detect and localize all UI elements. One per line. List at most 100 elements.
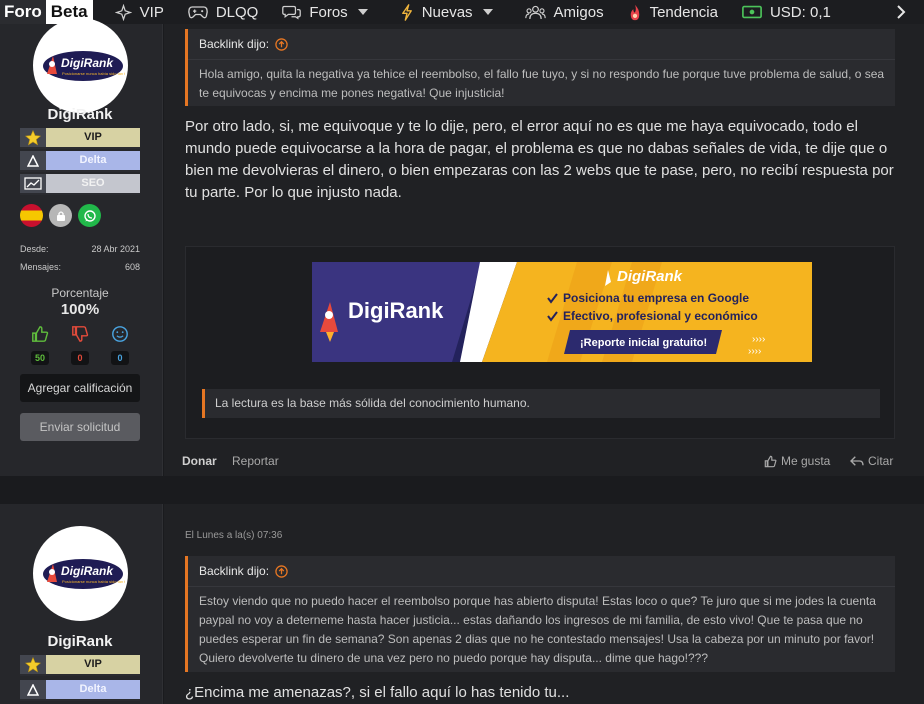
signature: DigiRank DigiRank Posiciona tu empresa e…	[185, 246, 895, 439]
fire-icon	[630, 4, 639, 20]
vote-neutral-count: 0	[111, 351, 129, 365]
nav-vip-label: VIP	[139, 3, 164, 21]
chevron-right-icon	[897, 5, 906, 19]
nav-foros-label: Foros	[309, 3, 348, 21]
username[interactable]: DigiRank	[0, 633, 160, 650]
banner-brand: DigiRank	[348, 298, 444, 323]
stat-joined: Desde: 28 Abr 2021	[20, 244, 140, 254]
banner-line-1: Posiciona tu empresa en Google	[563, 291, 749, 305]
reply-arrow-icon	[850, 456, 864, 466]
report-link[interactable]: Reportar	[232, 454, 279, 468]
send-request-button[interactable]: Enviar solicitud	[20, 413, 140, 441]
chat-icon	[282, 5, 302, 20]
nav-amigos[interactable]: Amigos	[524, 3, 604, 21]
vote-positive-count: 50	[31, 351, 49, 365]
whatsapp-icon[interactable]	[78, 204, 101, 227]
quote-label: Citar	[868, 454, 894, 468]
rank-vip: VIP	[20, 655, 140, 676]
post-body: Por otro lado, si, me equivoque y te lo …	[185, 118, 894, 201]
nav-foros[interactable]: Foros	[282, 4, 375, 21]
rank-delta-label: Delta	[46, 680, 140, 699]
chevron-down-icon	[357, 9, 368, 15]
post-1: DigiRank Posicionarse nunca había sido t…	[0, 18, 924, 476]
post-2: DigiRank Posicionarse nunca había sido t…	[0, 504, 924, 704]
nav-dlqq-label: DLQQ	[215, 3, 259, 21]
post-timestamp[interactable]: El Lunes a la(s) 07:36	[185, 530, 282, 541]
thumbs-up-icon	[32, 326, 49, 342]
banner-line-2: Efectivo, profesional y económico	[563, 309, 758, 323]
post-actions: Donar Reportar Me gusta Citar	[182, 454, 898, 472]
bolt-icon	[401, 3, 412, 21]
quote-author-label: Backlink dijo:	[199, 37, 270, 51]
quote-author[interactable]: Backlink dijo:	[188, 556, 895, 578]
digirank-banner[interactable]: DigiRank DigiRank Posiciona tu empresa e…	[312, 262, 812, 362]
nav-nuevas-label: Nuevas	[421, 3, 473, 21]
nav-nuevas[interactable]: Nuevas	[400, 4, 501, 21]
like-label: Me gusta	[781, 454, 831, 468]
donate-link[interactable]: Donar	[182, 454, 217, 468]
star-icon	[20, 128, 46, 147]
post-1-user-sidebar: DigiRank Posicionarse nunca había sido t…	[0, 18, 163, 476]
nav-vip[interactable]: VIP	[114, 3, 164, 21]
star-icon	[20, 655, 46, 674]
top-navigation: Foro Beta VIP DLQQ Foros Nuevas Amigos T…	[0, 0, 924, 24]
stat-joined-label: Desde:	[20, 244, 49, 254]
chevron-down-icon	[482, 9, 493, 15]
post-body: ¿Encima me amenazas?, si el fallo aquí l…	[185, 684, 570, 701]
rank-vip: VIP	[20, 128, 140, 149]
avatar[interactable]: DigiRank Posicionarse nunca había sido t…	[33, 18, 128, 113]
rank-seo: SEO	[20, 174, 140, 195]
spain-flag-icon[interactable]	[20, 204, 43, 227]
nav-scroll-right[interactable]	[896, 0, 906, 24]
quote-text: Estoy viendo que no puedo hacer el reemb…	[199, 594, 876, 665]
nav-amigos-label: Amigos	[553, 3, 604, 21]
svg-text:DigiRank: DigiRank	[61, 56, 114, 70]
vote-negative-count: 0	[71, 351, 89, 365]
chart-icon	[20, 174, 46, 193]
gamepad-icon	[187, 6, 208, 19]
stat-messages-value: 608	[124, 262, 140, 272]
vote-negative[interactable]: 0	[68, 325, 92, 366]
stat-messages-label: Mensajes:	[20, 262, 62, 272]
nav-usd-label: USD: 0,1	[769, 3, 831, 21]
stat-messages: Mensajes: 608	[20, 262, 140, 272]
username[interactable]: DigiRank	[0, 106, 160, 123]
rank-vip-label: VIP	[46, 655, 140, 674]
digirank-logo-icon: DigiRank Posicionarse nunca había sido t…	[42, 558, 125, 589]
post-2-content: El Lunes a la(s) 07:36 Backlink dijo: Es…	[164, 504, 924, 704]
add-rating-button[interactable]: Agregar calificación	[20, 374, 140, 402]
nav-usd[interactable]: USD: 0,1	[742, 4, 831, 21]
lock-badge-icon[interactable]	[49, 204, 72, 227]
thumbs-up-outline-icon	[764, 455, 777, 467]
banner-arrows-bottom: ››››	[748, 346, 761, 357]
quote-button[interactable]: Citar	[850, 454, 893, 468]
vote-positive[interactable]: 50	[28, 325, 52, 366]
like-button[interactable]: Me gusta	[764, 454, 830, 468]
quote-author[interactable]: Backlink dijo:	[188, 29, 895, 51]
vote-neutral[interactable]: 0	[108, 325, 132, 366]
nav-tendencia[interactable]: Tendencia	[628, 4, 718, 21]
quote-block: Backlink dijo: Hola amigo, quita la nega…	[185, 29, 895, 106]
nav-tendencia-label: Tendencia	[649, 3, 718, 21]
banner-cta: ¡Reporte inicial gratuito!	[580, 337, 707, 349]
quote-author-label: Backlink dijo:	[199, 564, 270, 578]
digirank-logo-icon: DigiRank Posicionarse nunca había sido t…	[42, 50, 125, 81]
post-1-content: Backlink dijo: Hola amigo, quita la nega…	[164, 24, 924, 476]
rank-seo-label: SEO	[46, 174, 140, 193]
sparkle-icon	[114, 3, 132, 21]
rank-vip-label: VIP	[46, 128, 140, 147]
nav-dlqq[interactable]: DLQQ	[187, 3, 259, 21]
percent-value: 100%	[60, 301, 100, 318]
delta-icon	[20, 680, 46, 699]
users-icon	[524, 5, 546, 19]
avatar[interactable]: DigiRank Posicionarse nunca había sido t…	[33, 526, 128, 621]
logo-foro: Foro	[0, 0, 46, 24]
arrow-up-circle-icon[interactable]	[275, 564, 288, 578]
post-2-user-sidebar: DigiRank Posicionarse nunca había sido t…	[0, 504, 163, 704]
quote-text: Hola amigo, quita la negativa ya tehice …	[199, 67, 885, 100]
banner-arrows-top: ››››	[752, 334, 765, 345]
svg-text:Posicionarse nunca había sido: Posicionarse nunca había sido tan fácil	[62, 71, 125, 76]
arrow-up-circle-icon[interactable]	[275, 37, 288, 51]
quote-block: Backlink dijo: Estoy viendo que no puedo…	[185, 556, 895, 672]
smiley-icon	[112, 326, 128, 342]
